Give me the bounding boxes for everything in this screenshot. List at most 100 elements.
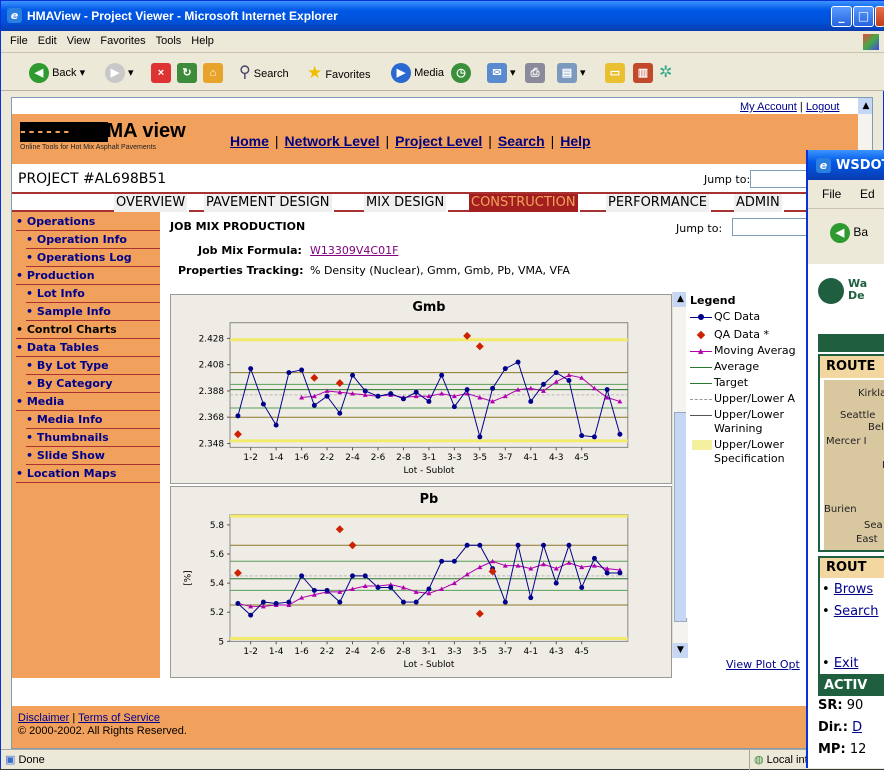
sidebar-item[interactable]: • Media (16, 394, 160, 411)
qc-point (502, 599, 508, 605)
route-map[interactable]: KirklarSeattleBellMercer IKinBurienSeaEa… (824, 380, 884, 550)
menu-favorites[interactable]: Favorites (95, 31, 150, 51)
sidebar-item[interactable]: • Production (16, 268, 160, 285)
edit-button[interactable]: ▤ ▾ (557, 62, 586, 84)
close-button[interactable] (875, 6, 884, 27)
menu-file[interactable]: File (5, 31, 33, 51)
menu-tools[interactable]: Tools (151, 31, 187, 51)
sidebar-item[interactable]: • Thumbnails (26, 430, 160, 447)
sidebar-item[interactable]: • Operations (16, 214, 160, 231)
menu-help[interactable]: Help (186, 31, 219, 51)
section-tabs: OVERVIEW PAVEMENT DESIGN MIX DESIGN CONS… (12, 194, 872, 212)
window-title: HMAView - Project Viewer - Microsoft Int… (27, 9, 338, 23)
y-tick-label: 2.408 (199, 361, 225, 371)
sidebar-item[interactable]: • By Category (26, 376, 160, 393)
popup-menu-edit[interactable]: Ed (860, 187, 875, 201)
sidebar-item[interactable]: • Lot Info (26, 286, 160, 303)
terms-link[interactable]: Terms of Service (78, 712, 160, 724)
sidebar-item[interactable]: • Data Tables (16, 340, 160, 357)
scroll-down-icon[interactable]: ▼ (673, 643, 688, 658)
qc-point (553, 580, 559, 586)
tab-pavement-design[interactable]: PAVEMENT DESIGN (204, 194, 334, 212)
page-scroll-up-icon[interactable]: ▲ (858, 98, 872, 114)
forward-button[interactable]: ▶ ▾ (105, 62, 134, 84)
map-label: Seattle (840, 410, 876, 421)
logout-link[interactable]: Logout (806, 101, 840, 113)
legend-title: Legend (690, 294, 736, 307)
search-link[interactable]: Search (834, 604, 879, 619)
qc-point (362, 388, 368, 394)
nav-network-level[interactable]: Network Level (285, 133, 380, 149)
my-account-link[interactable]: My Account (740, 101, 797, 113)
tab-construction[interactable]: CONSTRUCTION (469, 194, 580, 212)
qc-point (400, 396, 406, 402)
popup-back-button[interactable]: ◀ Ba (830, 223, 868, 243)
media-button[interactable]: ▶ Media (391, 62, 444, 84)
sidebar-item[interactable]: • Media Info (26, 412, 160, 429)
legend-item: Target (690, 376, 748, 389)
hma-logo[interactable]: - - - - - - HMA view Online Tools for Ho… (20, 120, 218, 154)
qc-point (477, 434, 483, 440)
back-button[interactable]: ◀ Back ▾ (29, 62, 85, 84)
tab-admin[interactable]: ADMIN (734, 194, 784, 212)
legend-item: ▲ Moving Averag (690, 344, 796, 357)
sidebar-item[interactable]: • Slide Show (26, 448, 160, 465)
sidebar-item[interactable]: • Control Charts (16, 322, 160, 339)
sidebar: • Operations • Operation Info • Operations… (12, 212, 160, 678)
refresh-button[interactable]: ↻ (177, 62, 197, 84)
nav-search[interactable]: Search (498, 133, 545, 149)
sidebar-item[interactable]: • Operation Info (26, 232, 160, 249)
qc-point (299, 367, 305, 373)
refresh-icon: ↻ (177, 63, 197, 84)
qc-point (490, 385, 496, 391)
research-button[interactable]: ▥ (633, 62, 653, 84)
x-tick-label: 4-1 (524, 647, 539, 657)
sidebar-item[interactable]: • Operations Log (26, 250, 160, 267)
qc-point (604, 387, 610, 393)
messenger-button[interactable]: ✲ (659, 62, 672, 84)
jump-to-label: Jump to: (704, 173, 751, 186)
minimize-button[interactable]: _ (831, 6, 852, 27)
view-plot-options-link[interactable]: View Plot Opt (726, 658, 800, 671)
sidebar-item[interactable]: • Sample Info (26, 304, 160, 321)
mail-button[interactable]: ✉ ▾ (487, 62, 516, 84)
stop-button[interactable]: × (151, 62, 171, 84)
qc-point (579, 433, 585, 439)
nav-help[interactable]: Help (560, 133, 590, 149)
qc-point (617, 570, 623, 576)
popup-menu-file[interactable]: File (822, 187, 841, 201)
jmf-link[interactable]: W13309V4C01F (310, 244, 398, 257)
discuss-button[interactable]: ▭ (605, 62, 625, 84)
home-button[interactable]: ⌂ (203, 62, 223, 84)
media-icon: ▶ (391, 63, 411, 84)
nav-home[interactable]: Home (230, 133, 269, 149)
tab-mix-design[interactable]: MIX DESIGN (364, 194, 449, 212)
maximize-button[interactable]: □ (853, 6, 874, 27)
sidebar-item[interactable]: • By Lot Type (26, 358, 160, 375)
sidebar-item[interactable]: • Location Maps (16, 466, 160, 483)
search-button[interactable]: ⚲ Search (239, 62, 289, 84)
exit-link[interactable]: Exit (834, 656, 859, 671)
messenger-icon: ✲ (659, 64, 673, 81)
browse-link[interactable]: Brows (834, 582, 873, 597)
qc-point (413, 389, 419, 395)
menu-edit[interactable]: Edit (33, 31, 62, 51)
history-button[interactable]: ◷ (451, 62, 471, 84)
favorites-button[interactable]: ★ Favorites (307, 62, 371, 84)
tab-performance[interactable]: PERFORMANCE (606, 194, 711, 212)
qc-point (464, 387, 470, 393)
sr-row: SR: 90 (818, 698, 864, 713)
popup-logo-area: Wa De (808, 264, 884, 334)
tab-overview[interactable]: OVERVIEW (114, 194, 190, 212)
map-label: East (856, 534, 878, 545)
disclaimer-link[interactable]: Disclaimer (18, 712, 69, 724)
qc-point (553, 370, 559, 376)
y-tick-label: 5 (218, 637, 224, 647)
menu-view[interactable]: View (62, 31, 96, 51)
nav-project-level[interactable]: Project Level (395, 133, 482, 149)
print-button[interactable]: ⎙ (525, 62, 545, 84)
qc-point (515, 542, 521, 548)
dir-link[interactable]: D (852, 720, 862, 735)
qc-point (604, 570, 610, 576)
x-tick-label: 2-4 (345, 647, 360, 657)
